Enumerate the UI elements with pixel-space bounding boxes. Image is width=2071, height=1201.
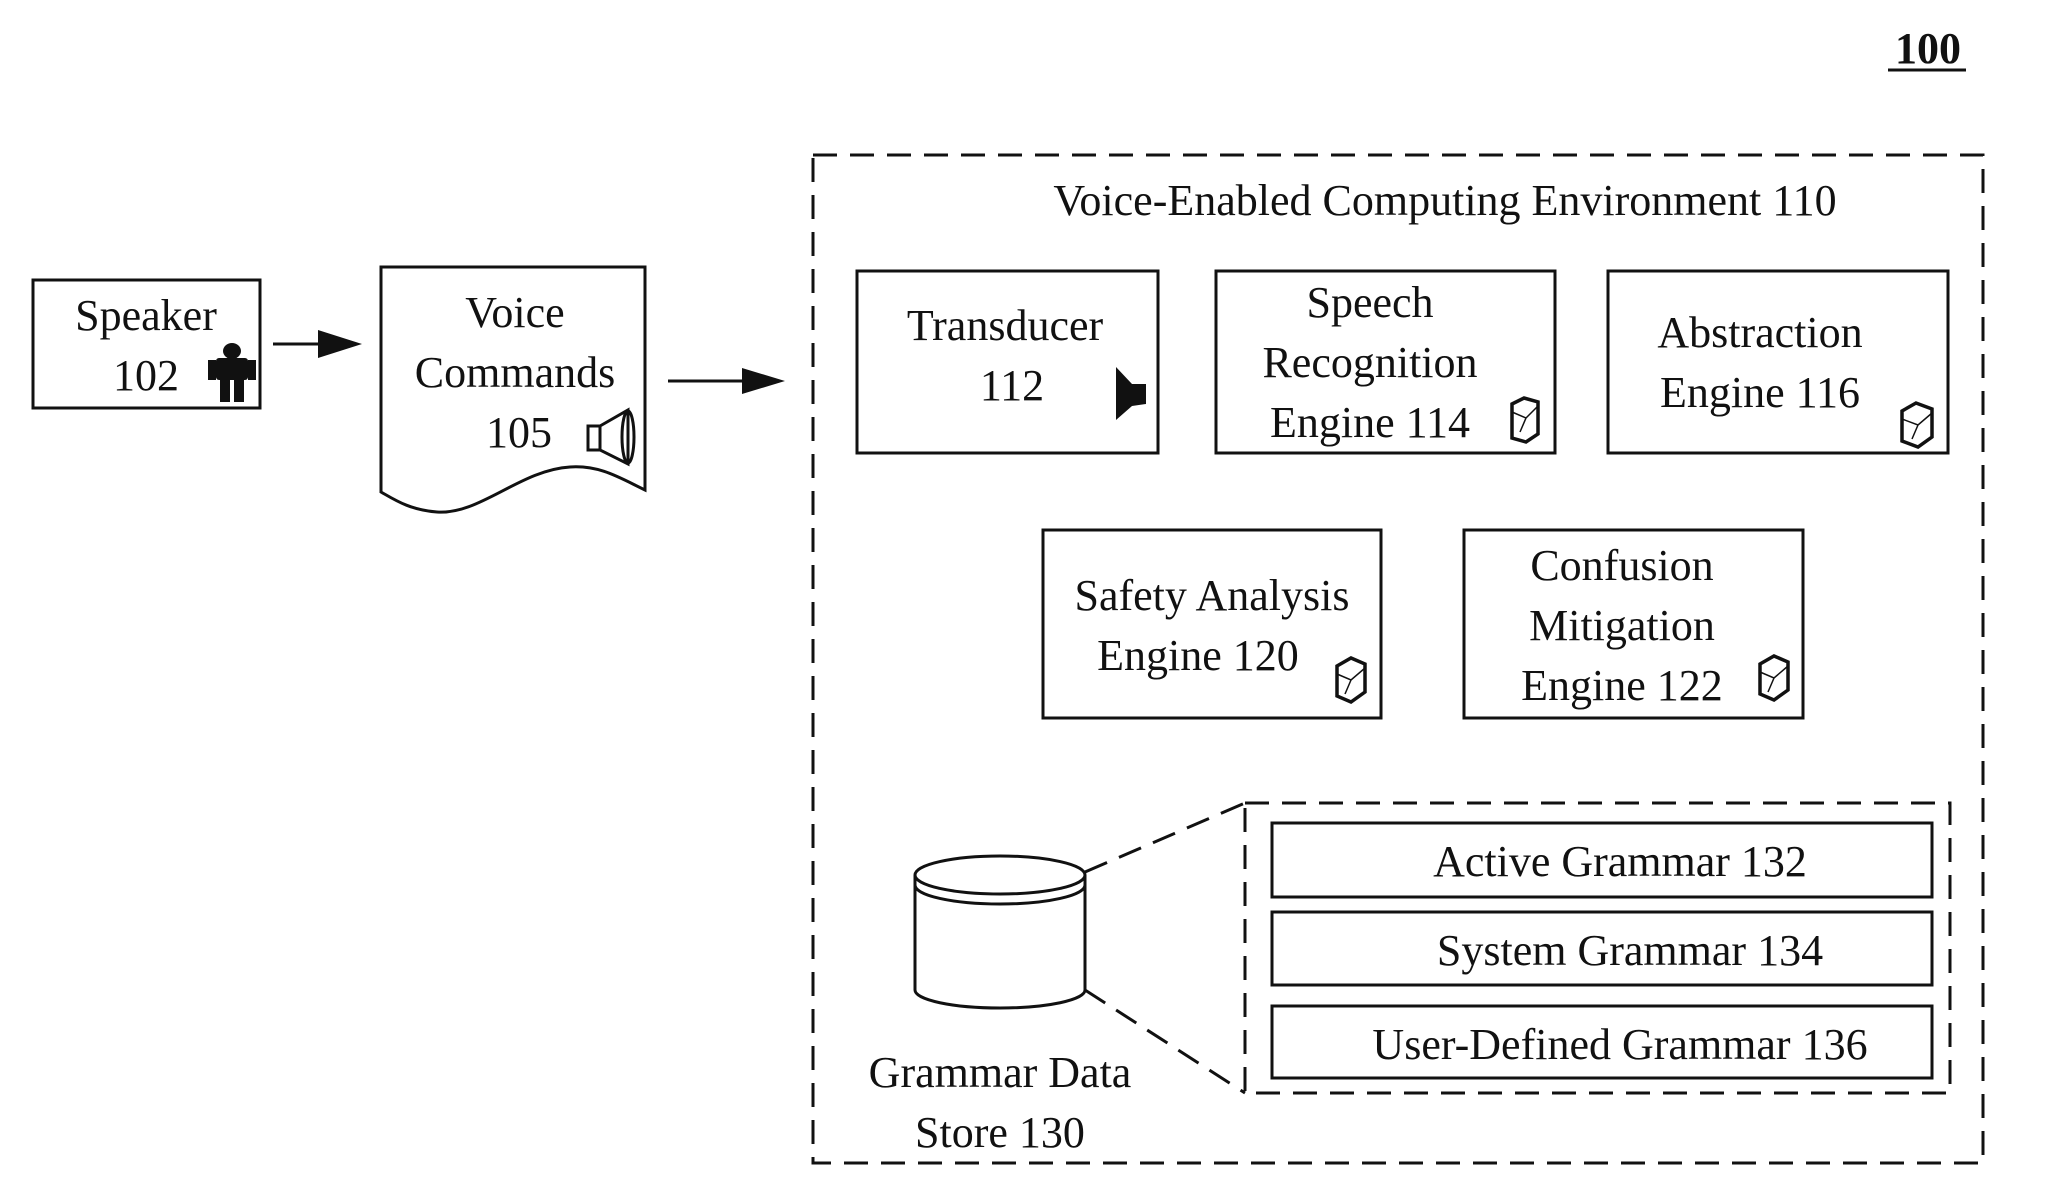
confusion-mitigation-label-3: Engine 122	[1521, 661, 1723, 710]
system-diagram: 100 Speaker 102 Voice Commands 105 Voice…	[31, 24, 1985, 1165]
speech-recognition-label-2: Recognition	[1262, 338, 1477, 387]
engine-cube-icon	[1900, 401, 1934, 449]
confusion-mitigation-label-2: Mitigation	[1529, 601, 1715, 650]
voice-commands-number: 105	[486, 408, 552, 457]
voice-commands-label-2: Commands	[415, 348, 615, 397]
safety-analysis-engine-node[interactable]: Safety Analysis Engine 120	[1041, 528, 1383, 720]
abstraction-engine-node[interactable]: Abstraction Engine 116	[1606, 269, 1950, 455]
confusion-mitigation-engine-node[interactable]: Confusion Mitigation Engine 122	[1462, 528, 1805, 720]
abstraction-label-2: Engine 116	[1660, 368, 1860, 417]
transducer-number: 112	[980, 361, 1044, 410]
engine-cube-icon	[1510, 396, 1540, 444]
speech-recognition-engine-node[interactable]: Speech Recognition Engine 114	[1214, 269, 1557, 455]
safety-analysis-label-1: Safety Analysis	[1075, 571, 1350, 620]
speaker-number: 102	[113, 351, 179, 400]
grammar-data-store-node[interactable]: Grammar Data Store 130	[869, 854, 1132, 1157]
voice-commands-label-1: Voice	[465, 288, 564, 337]
figure-number-text: 100	[1895, 24, 1961, 73]
speaker-node[interactable]: Speaker 102	[31, 278, 262, 410]
user-defined-grammar-label: User-Defined Grammar 136	[1372, 1020, 1867, 1069]
transducer-label: Transducer	[907, 301, 1104, 350]
grammar-item-system[interactable]: System Grammar 134	[1270, 910, 1934, 987]
grammar-contents: Active Grammar 132 System Grammar 134 Us…	[1243, 801, 1952, 1095]
engine-cube-icon	[1758, 654, 1790, 702]
speech-recognition-label-1: Speech	[1306, 278, 1433, 327]
engine-cube-icon	[1335, 656, 1367, 704]
speaker-label: Speaker	[75, 291, 217, 340]
grammar-item-user-defined[interactable]: User-Defined Grammar 136	[1270, 1004, 1934, 1080]
grammar-data-store-label-1: Grammar Data	[869, 1048, 1132, 1097]
environment-title: Voice-Enabled Computing Environment 110	[1053, 176, 1836, 225]
speech-recognition-label-3: Engine 114	[1270, 398, 1470, 447]
active-grammar-label: Active Grammar 132	[1433, 837, 1807, 886]
abstraction-label-1: Abstraction	[1657, 308, 1862, 357]
callout-line-top	[1084, 801, 1246, 874]
arrow-speaker-to-commands	[273, 330, 362, 358]
safety-analysis-label-2: Engine 120	[1097, 631, 1299, 680]
abstraction-box	[1606, 269, 1950, 455]
safety-analysis-box	[1041, 528, 1383, 720]
database-cylinder-icon	[913, 854, 1087, 1010]
grammar-data-store-label-2: Store 130	[915, 1108, 1085, 1157]
transducer-node[interactable]: Transducer 112	[855, 269, 1160, 455]
voice-commands-node[interactable]: Voice Commands 105	[379, 265, 647, 514]
figure-number: 100	[1888, 24, 1966, 73]
confusion-mitigation-label-1: Confusion	[1530, 541, 1713, 590]
system-grammar-label: System Grammar 134	[1437, 926, 1823, 975]
grammar-item-active[interactable]: Active Grammar 132	[1270, 821, 1934, 899]
arrow-commands-to-environment	[668, 368, 785, 394]
